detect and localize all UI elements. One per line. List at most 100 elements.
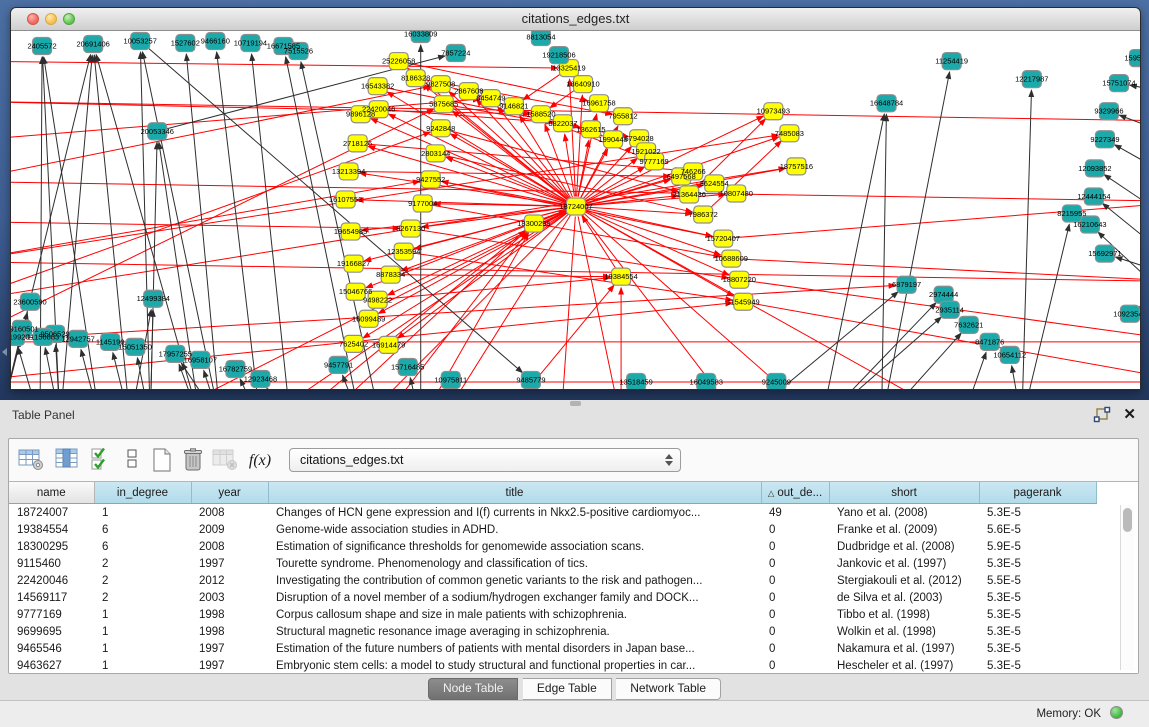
table-row[interactable]: 911546021997Tourette syndrome. Phenomeno…: [9, 555, 1096, 572]
graph-node-label: 9457791: [324, 360, 353, 369]
table-row[interactable]: 969969511998Structural magnetic resonanc…: [9, 623, 1096, 640]
graph-node-label: 16107553: [329, 195, 362, 204]
graph-node-label: 9242848: [426, 124, 455, 133]
tab-edge-table[interactable]: Edge Table: [523, 678, 612, 700]
column-header-out_de[interactable]: △out_de...: [761, 482, 829, 504]
citation-network-graph: 1872400718300295193845541654338222420046…: [11, 31, 1140, 389]
table-row[interactable]: 1830029562008Estimation of significance …: [9, 538, 1096, 555]
graph-node-label: 18724007: [559, 202, 592, 211]
graph-node-label: 9146821: [499, 102, 528, 111]
graph-node-label: 9827508: [426, 80, 455, 89]
graph-edge: [11, 181, 420, 261]
graph-node-label: 18757516: [780, 162, 813, 171]
column-header-short[interactable]: short: [829, 482, 979, 504]
graph-node-label: 19384554: [604, 272, 637, 281]
table-cell: 19384554: [9, 521, 94, 538]
table-scrollbar-thumb[interactable]: [1123, 508, 1132, 532]
graph-edge: [1012, 366, 1022, 389]
table-cell: 5.3E-5: [979, 555, 1096, 572]
table-cell: de Silva et al. (2003): [829, 589, 979, 606]
row-height-icon[interactable]: [121, 446, 151, 476]
table-scrollbar[interactable]: [1120, 505, 1134, 670]
column-chooser-icon[interactable]: [53, 446, 83, 476]
graph-node-label: 9427552: [416, 175, 445, 184]
table-row[interactable]: 946554611997Estimation of the future num…: [9, 640, 1096, 657]
close-panel-icon[interactable]: ✕: [1123, 405, 1136, 423]
graph-node-label: 746266: [681, 167, 706, 176]
graph-node-label: 16049583: [690, 377, 723, 386]
column-header-in_degree[interactable]: in_degree: [94, 482, 191, 504]
graph-node-label: 10975811: [434, 375, 467, 384]
graph-node-label: 15051350: [119, 342, 152, 351]
column-header-title[interactable]: title: [268, 482, 761, 504]
graph-node-label: 12444154: [1077, 192, 1110, 201]
graph-node-label: 16033809: [404, 31, 437, 39]
tab-network-table[interactable]: Network Table: [616, 678, 721, 700]
graph-node-label: 8471876: [975, 337, 1004, 346]
table-cell: 0: [761, 572, 829, 589]
graph-node-label: 8813054: [526, 33, 555, 42]
table-cell: 2: [94, 589, 191, 606]
table-cell: 1997: [191, 555, 268, 572]
column-header-pagerank[interactable]: pagerank: [979, 482, 1096, 504]
table-cell: 2012: [191, 572, 268, 589]
table-cell: Genome-wide association studies in ADHD.: [268, 521, 761, 538]
table-row[interactable]: 1938455462009Genome-wide association stu…: [9, 521, 1096, 538]
graph-node-label: 1588520: [526, 110, 555, 119]
table-cell: Tibbo et al. (1998): [829, 606, 979, 623]
graph-node-label: 8267130: [396, 224, 425, 233]
table-row[interactable]: 977716911998Corpus callosum shape and si…: [9, 606, 1096, 623]
select-attributes-icon[interactable]: [89, 446, 119, 476]
graph-node-label: 10973493: [757, 107, 790, 116]
graph-node-label: 11156883: [27, 332, 59, 341]
graph-node-label: 1362615: [576, 125, 605, 134]
graph-node-label: 12923468: [244, 374, 277, 383]
table-cell: 1998: [191, 623, 268, 640]
table-cell: 6: [94, 521, 191, 538]
new-column-icon[interactable]: [149, 446, 179, 476]
table-cell: Disruption of a novel member of a sodium…: [268, 589, 761, 606]
table-cell: 22420046: [9, 572, 94, 589]
graph-edge: [882, 114, 887, 389]
column-header-name[interactable]: name: [9, 482, 94, 504]
graph-edge: [1022, 90, 1032, 389]
table-selector-dropdown[interactable]: citations_edges.txt: [289, 448, 681, 472]
table-cell: 2: [94, 555, 191, 572]
delete-column-icon[interactable]: [179, 446, 209, 476]
table-row[interactable]: 1456911722003Disruption of a novel membe…: [9, 589, 1096, 606]
graph-node-label: 2974444: [929, 290, 958, 299]
graph-node-label: 13325419: [552, 64, 585, 73]
table-panel-body: f(x) citations_edges.txt namein_degreeye…: [8, 438, 1139, 674]
table-cell: 14569117: [9, 589, 94, 606]
network-canvas[interactable]: 1872400718300295193845541654338222420046…: [11, 31, 1140, 389]
function-builder-icon[interactable]: f(x): [245, 446, 275, 476]
table-cell: 5.3E-5: [979, 640, 1096, 657]
graph-edge: [584, 213, 822, 389]
graph-node-label: 16958107: [184, 355, 217, 364]
graph-node-label: 9245009: [762, 377, 791, 386]
table-row[interactable]: 2242004622012Investigating the contribut…: [9, 572, 1096, 589]
split-pane-handle[interactable]: [570, 401, 581, 406]
graph-node-label: 2803144: [421, 149, 450, 158]
graph-node-label: 16099489: [352, 314, 385, 323]
table-row[interactable]: 946362711997Embryonic stem cells: a mode…: [9, 657, 1096, 673]
table-mode-icon[interactable]: [17, 446, 47, 476]
table-cell: 1997: [191, 640, 268, 657]
graph-node-label: 1527602: [171, 39, 200, 48]
graph-node-label: 1595838: [1124, 54, 1140, 63]
graph-node-label: 8822037: [548, 119, 577, 128]
column-header-year[interactable]: year: [191, 482, 268, 504]
table-cell: Changes of HCN gene expression and I(f) …: [268, 504, 761, 522]
graph-node-label: 12093852: [1078, 164, 1111, 173]
graph-edge: [523, 74, 561, 100]
table-row[interactable]: 1872400712008Changes of HCN gene express…: [9, 504, 1096, 522]
float-panel-icon[interactable]: [1093, 406, 1111, 424]
table-cell: Wolkin et al. (1998): [829, 623, 979, 640]
network-window-titlebar[interactable]: citations_edges.txt: [11, 8, 1140, 31]
tab-node-table[interactable]: Node Table: [428, 678, 519, 700]
graph-edge: [11, 262, 1140, 282]
graph-edge: [11, 61, 558, 68]
sort-ascending-icon: △: [768, 488, 775, 498]
collapse-arrow-icon[interactable]: [2, 348, 7, 356]
graph-node-label: 16210643: [1073, 220, 1106, 229]
